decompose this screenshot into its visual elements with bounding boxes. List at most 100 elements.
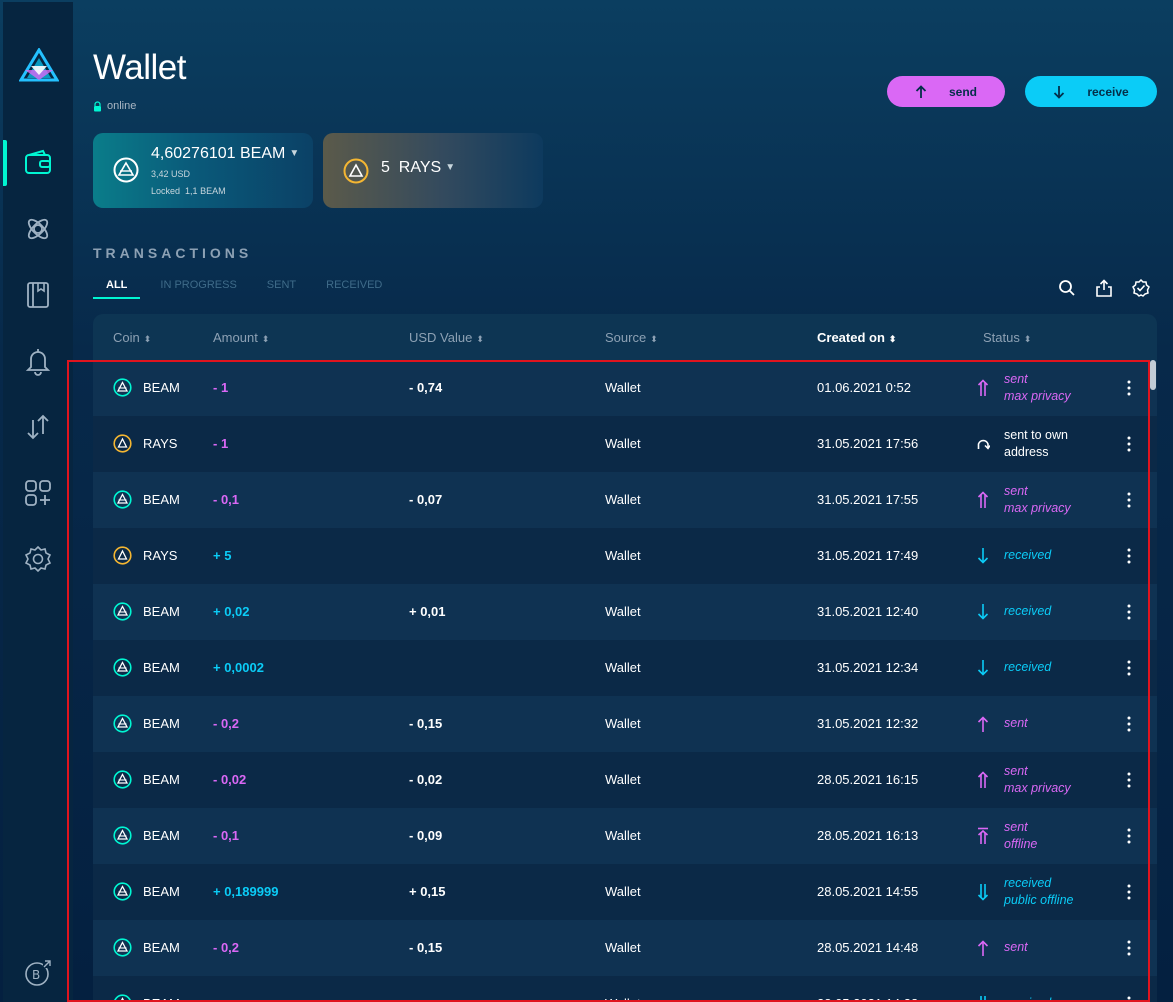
column-header-created[interactable]: Created on ⬍ [817, 330, 896, 345]
table-row[interactable]: BEAM - 0,1 - 0,09 Wallet 28.05.2021 16:13 sen… [93, 808, 1157, 864]
more-icon[interactable] [1123, 435, 1135, 453]
table-row[interactable]: BEAM + 0,189999 + 0,15 Wallet 28.05.2021 14:… [93, 864, 1157, 920]
column-header-amount[interactable]: Amount ⬍ [213, 330, 269, 345]
tab-all[interactable]: ALL [93, 279, 141, 299]
tab-sent[interactable]: SENT [267, 279, 296, 299]
more-icon[interactable] [1123, 603, 1135, 621]
sidebar-item-apps[interactable] [3, 468, 73, 518]
send-label: send [948, 84, 977, 99]
export-icon[interactable] [1095, 279, 1113, 297]
arrow-down-icon [1054, 85, 1065, 99]
amount-value: - 0,1 [213, 828, 240, 843]
status-label: sent [1004, 940, 1028, 954]
sidebar-item-dapps[interactable] [3, 204, 73, 254]
sent-max-privacy-icon [977, 771, 989, 788]
usd-value: + 0,15 [409, 884, 446, 899]
table-row[interactable]: BEAM - 0,02 - 0,02 Wallet 28.05.2021 16:15 se… [93, 752, 1157, 808]
svg-text:B: B [32, 968, 40, 982]
status-label: received [1004, 604, 1052, 618]
verify-icon[interactable] [1132, 279, 1150, 297]
more-icon[interactable] [1123, 827, 1135, 845]
coin-name: BEAM [143, 940, 180, 955]
amount-value: - 0,2 [213, 716, 240, 731]
apps-icon [25, 480, 51, 506]
amount-value: - 1 [213, 380, 229, 395]
more-icon[interactable] [1123, 547, 1135, 565]
send-button[interactable]: send [887, 76, 1005, 107]
tab-in-progress[interactable]: IN PROGRESS [160, 279, 236, 299]
status-detail: max privacy [1004, 501, 1071, 515]
created-date: 28.05.2021 14:55 [817, 884, 919, 899]
created-date: 31.05.2021 12:34 [817, 660, 919, 675]
table-row[interactable]: BEAM - 0,1 - 0,07 Wallet 31.05.2021 17:55 sen… [93, 472, 1157, 528]
table-row[interactable]: BEAM + 0,0002 Wallet 31.05.2021 12:34 receiv… [93, 640, 1157, 696]
created-date: 28.05.2021 16:15 [817, 772, 919, 787]
received-public-offline-icon [977, 884, 989, 901]
coin-name: BEAM [143, 884, 180, 899]
more-icon[interactable] [1123, 379, 1135, 397]
received-icon [977, 548, 989, 564]
coin-name: RAYS [143, 548, 178, 563]
more-icon[interactable] [1123, 883, 1135, 901]
column-header-usd[interactable]: USD Value ⬍ [409, 330, 484, 345]
coin-name: BEAM [143, 828, 180, 843]
sidebar-item-swap[interactable] [3, 402, 73, 452]
column-header-coin[interactable]: Coin ⬍ [113, 330, 151, 345]
table-row[interactable]: BEAM - 1 - 0,74 Wallet 01.06.2021 0:52 sent ma… [93, 360, 1157, 416]
more-icon[interactable] [1123, 491, 1135, 509]
sent-offline-icon [977, 827, 989, 844]
sidebar-item-settings[interactable] [3, 534, 73, 584]
created-date: 28.05.2021 14:48 [817, 940, 919, 955]
sent-max-privacy-icon [977, 491, 989, 508]
beam-coin-icon [113, 714, 132, 733]
table-row[interactable]: BEAM - 0,2 - 0,15 Wallet 28.05.2021 14:48 sen… [93, 920, 1157, 976]
source-value: Wallet [605, 884, 641, 899]
table-row[interactable]: BEAM - 0,2 - 0,15 Wallet 31.05.2021 12:32 sen… [93, 696, 1157, 752]
more-icon[interactable] [1123, 659, 1135, 677]
gear-icon [24, 545, 52, 573]
sidebar-item-beamx[interactable]: B [3, 948, 73, 998]
table-row[interactable]: BEAM + 0,02 + 0,01 Wallet 31.05.2021 12:40 re… [93, 584, 1157, 640]
status-text: online [107, 100, 137, 112]
status-label: sent to own [1004, 428, 1068, 442]
beam-dropdown-caret[interactable]: ▼ [289, 148, 299, 159]
table-row[interactable]: RAYS + 5 Wallet 31.05.2021 17:49 received [93, 528, 1157, 584]
beam-logo-icon [19, 48, 59, 82]
amount-value: + 0,189999 [213, 884, 279, 899]
rays-dropdown-caret[interactable]: ▼ [445, 162, 455, 173]
amount-value: - 0,2 [213, 940, 240, 955]
asset-card-beam[interactable]: 4,60276101 BEAM ▼ 3,42 USD Locked 1,1 BEA… [93, 133, 313, 208]
status-label: sent [1004, 484, 1028, 498]
sent-icon [977, 940, 989, 956]
source-value: Wallet [605, 716, 641, 731]
search-icon[interactable] [1058, 279, 1076, 297]
receive-label: receive [1087, 84, 1129, 99]
column-header-status[interactable]: Status ⬍ [983, 330, 1031, 345]
table-row[interactable]: BEAM Wallet 28.05.2021 14:38 received [93, 976, 1157, 1002]
tab-received[interactable]: RECEIVED [326, 279, 382, 299]
more-icon[interactable] [1123, 771, 1135, 789]
source-value: Wallet [605, 436, 641, 451]
asset-card-rays[interactable]: 5 RAYS ▼ [323, 133, 543, 208]
more-icon[interactable] [1123, 715, 1135, 733]
more-icon[interactable] [1123, 995, 1135, 1002]
received-icon [977, 660, 989, 676]
transactions-title: TRANSACTIONS [93, 245, 253, 261]
usd-value: - 0,15 [409, 716, 443, 731]
amount-value: + 5 [213, 548, 232, 563]
bell-icon [25, 349, 51, 376]
sidebar-item-notifications[interactable] [3, 336, 73, 386]
table-row[interactable]: RAYS - 1 Wallet 31.05.2021 17:56 sent to own… [93, 416, 1157, 472]
source-value: Wallet [605, 380, 641, 395]
beam-coin-icon [113, 994, 132, 1002]
table-scrollbar[interactable] [1150, 360, 1156, 390]
arrow-up-icon [915, 84, 927, 98]
source-value: Wallet [605, 492, 641, 507]
column-header-source[interactable]: Source ⬍ [605, 330, 658, 345]
receive-button[interactable]: receive [1025, 76, 1157, 107]
sidebar-item-addresses[interactable] [3, 270, 73, 320]
sidebar-item-wallet[interactable] [3, 138, 73, 188]
more-icon[interactable] [1123, 939, 1135, 957]
source-value: Wallet [605, 604, 641, 619]
usd-value: - 0,07 [409, 492, 443, 507]
